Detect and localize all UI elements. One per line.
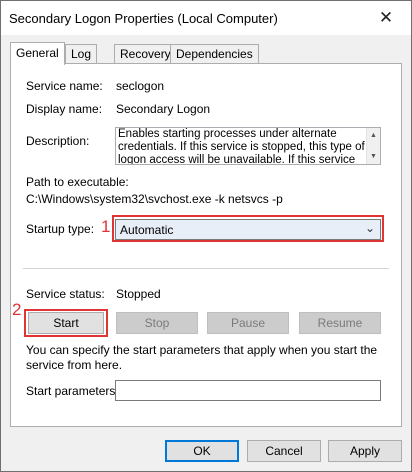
scroll-down-icon[interactable]: ▼: [370, 150, 377, 163]
display-name-value: Secondary Logon: [116, 102, 211, 116]
tab-dependencies[interactable]: Dependencies: [170, 44, 259, 64]
description-scrollbar[interactable]: ▲ ▼: [366, 128, 380, 164]
divider: [23, 268, 389, 269]
properties-dialog: Secondary Logon Properties (Local Comput…: [0, 0, 412, 472]
path-value: C:\Windows\system32\svchost.exe -k netsv…: [26, 192, 283, 206]
cancel-button[interactable]: Cancel: [247, 440, 321, 462]
description-label: Description:: [26, 134, 90, 148]
close-icon[interactable]: ✕: [369, 4, 403, 32]
scroll-up-icon[interactable]: ▲: [370, 129, 377, 142]
start-parameters-input[interactable]: [115, 380, 381, 401]
tab-general[interactable]: General: [10, 42, 65, 65]
annotation-marker-2: 2: [12, 300, 22, 319]
service-status-value: Stopped: [116, 287, 161, 301]
resume-button[interactable]: Resume: [299, 312, 381, 334]
apply-button[interactable]: Apply: [328, 440, 402, 462]
tab-log-on[interactable]: Log On: [65, 44, 98, 79]
service-name-value: seclogon: [116, 79, 165, 93]
start-parameters-hint: You can specify the start parameters tha…: [26, 343, 378, 372]
annotation-marker-1: 1: [101, 217, 111, 236]
annotation-box-1: [112, 215, 384, 242]
stop-button[interactable]: Stop: [116, 312, 198, 334]
startup-type-label: Startup type:: [26, 222, 95, 236]
annotation-box-2: [24, 309, 108, 337]
general-panel: Service name: seclogon Display name: Sec…: [10, 63, 402, 427]
title-bar: Secondary Logon Properties (Local Comput…: [1, 1, 411, 35]
display-name-label: Display name:: [26, 102, 103, 116]
path-label: Path to executable:: [26, 175, 129, 189]
service-status-label: Service status:: [26, 287, 105, 301]
ok-button[interactable]: OK: [165, 440, 239, 462]
tab-recovery[interactable]: Recovery: [114, 44, 177, 64]
description-box[interactable]: Enables starting processes under alterna…: [115, 127, 381, 165]
pause-button[interactable]: Pause: [207, 312, 289, 334]
start-parameters-label: Start parameters:: [26, 384, 119, 398]
service-name-label: Service name:: [26, 79, 103, 93]
window-title: Secondary Logon Properties (Local Comput…: [9, 11, 278, 26]
description-text: Enables starting processes under alterna…: [118, 128, 365, 165]
